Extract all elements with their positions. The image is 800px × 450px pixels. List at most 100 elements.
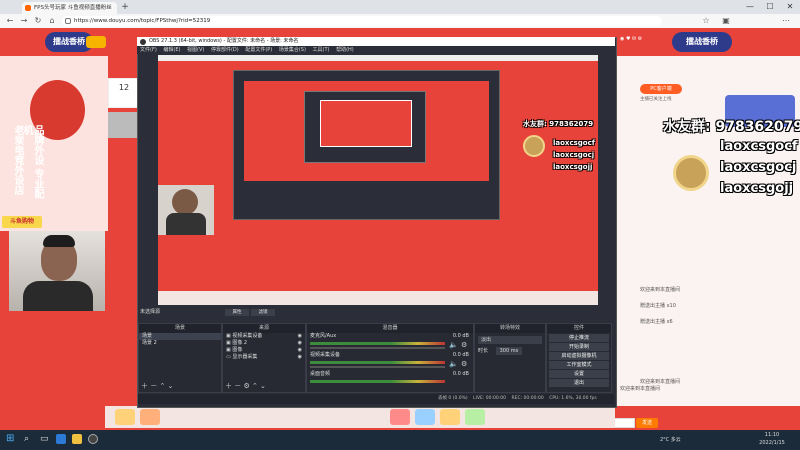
gift-icon[interactable] bbox=[415, 409, 435, 425]
chat-line: 赠送出主播 x10 bbox=[640, 303, 676, 309]
collections-icon[interactable]: ▣ bbox=[720, 15, 732, 27]
file-explorer-icon[interactable] bbox=[72, 434, 82, 444]
source-item[interactable]: ▭ 显示器采集 ◉ bbox=[223, 354, 305, 361]
overlay-id-3: laoxcsgojj bbox=[720, 181, 794, 196]
source-toolbar[interactable]: ＋ － ⚙ ⌃ ⌄ bbox=[225, 381, 266, 391]
menu-file[interactable]: 文件(F) bbox=[140, 47, 157, 53]
back-icon[interactable]: ← bbox=[4, 15, 16, 27]
send-button[interactable]: 发送 bbox=[636, 418, 658, 428]
controls-header: 控件 bbox=[547, 324, 611, 333]
chat-line: 赠送出主播 x6 bbox=[640, 319, 673, 325]
transitions-dock: 转场特效 淡出 时长 300 ms bbox=[474, 323, 546, 393]
overlay-id-1: laoxcsgocf bbox=[553, 139, 595, 147]
home-icon[interactable]: ⌂ bbox=[46, 15, 58, 27]
track-name: 视频采集设备 bbox=[310, 352, 341, 358]
menu-help[interactable]: 帮助(H) bbox=[336, 47, 354, 53]
scenes-dock: 场景 场景 场景 2 ＋ － ⌃ ⌄ bbox=[138, 323, 222, 393]
weather[interactable]: 2°C 多云 bbox=[660, 436, 710, 444]
gift-icon[interactable] bbox=[440, 409, 460, 425]
windows-start-icon[interactable]: ⊞ bbox=[6, 434, 16, 444]
stop-streaming-button[interactable]: 停止推流 bbox=[549, 334, 609, 342]
pc-client-button[interactable]: PC客户端 bbox=[640, 84, 682, 94]
mixer-track: 桌面音频 0.0 dB bbox=[307, 371, 473, 390]
cat-avatar[interactable] bbox=[108, 112, 138, 138]
scene-toolbar[interactable]: ＋ － ⌃ ⌄ bbox=[141, 381, 173, 391]
forward-icon[interactable]: → bbox=[18, 15, 30, 27]
clock-date[interactable]: 2022/1/15 bbox=[752, 440, 792, 448]
source-item[interactable]: ▣ 图像 ◉ bbox=[223, 347, 305, 354]
tab-title: FPS头号玩家 斗鱼视频直播粉丝 bbox=[34, 5, 112, 11]
gift-icon[interactable] bbox=[115, 409, 135, 425]
person-head bbox=[172, 189, 198, 215]
clock-time[interactable]: 11:10 bbox=[752, 432, 792, 440]
filters-button[interactable]: 滤镜 bbox=[251, 309, 275, 316]
menu-edit[interactable]: 编辑(E) bbox=[163, 47, 180, 53]
room-count: 12 bbox=[108, 78, 140, 108]
duration-input[interactable]: 300 ms bbox=[495, 347, 523, 355]
source-item[interactable]: ▣ 视频采集设备 ◉ bbox=[223, 333, 305, 340]
minimize-button[interactable]: — bbox=[740, 0, 760, 14]
gear-icon[interactable]: ⚙ bbox=[461, 341, 467, 349]
close-button[interactable]: ✕ bbox=[780, 0, 800, 14]
lock-icon bbox=[65, 18, 71, 24]
overlay-id-3: laoxcsgojj bbox=[553, 163, 593, 171]
new-tab-button[interactable]: + bbox=[120, 2, 130, 12]
gift-icon[interactable] bbox=[390, 409, 410, 425]
sources-header: 来源 bbox=[223, 324, 305, 333]
overlay-fan-group: 水友群: 978362079 bbox=[663, 119, 800, 135]
right-site-logo[interactable]: 擂战香桥 bbox=[672, 32, 732, 52]
source-item[interactable]: ▣ 图像 2 ◉ bbox=[223, 340, 305, 347]
exit-button[interactable]: 退出 bbox=[549, 379, 609, 387]
gear-icon[interactable]: ⚙ bbox=[461, 360, 467, 368]
speaker-icon[interactable]: 🔈 bbox=[449, 360, 458, 368]
virtual-camera-button[interactable]: 启动虚拟摄像机 bbox=[549, 352, 609, 360]
douyu-favicon-icon bbox=[25, 5, 31, 11]
controls-dock: 控件 停止推流 开始录制 启动虚拟摄像机 工作室模式 设置 退出 bbox=[546, 323, 612, 393]
scene-item[interactable]: 场景 bbox=[139, 333, 221, 340]
properties-button[interactable]: 属性 bbox=[225, 309, 249, 316]
favorites-icon[interactable]: ☆ bbox=[700, 15, 712, 27]
url-input[interactable]: https://www.douyu.com/topic/FPSthwj?rid=… bbox=[62, 16, 662, 26]
header-icons[interactable]: ◉ ♥ ✉ ⚙ bbox=[620, 36, 670, 46]
volume-slider[interactable] bbox=[310, 347, 445, 349]
more-menu-icon[interactable]: ⋯ bbox=[780, 15, 792, 27]
start-recording-button[interactable]: 开始录制 bbox=[549, 343, 609, 351]
transition-select[interactable]: 淡出 bbox=[478, 336, 542, 344]
left-slogan-1: 老炭电竞外设店 bbox=[12, 125, 23, 195]
search-icon[interactable]: ⌕ bbox=[24, 434, 34, 444]
refresh-icon[interactable]: ↻ bbox=[32, 15, 44, 27]
settings-button[interactable]: 设置 bbox=[549, 370, 609, 378]
overlay-id-2: laoxcsgocj bbox=[553, 151, 595, 159]
visibility-eye-icon[interactable]: ◉ bbox=[298, 340, 302, 347]
volume-meter bbox=[310, 380, 445, 383]
right-banner-text: 主播已关注上线 bbox=[640, 97, 672, 102]
obs-taskbar-icon[interactable] bbox=[88, 434, 98, 444]
overlay-id-1: laoxcsgocf bbox=[720, 139, 798, 154]
obs-preview[interactable]: 水友群: 978362079 laoxcsgocf laoxcsgocj lao… bbox=[158, 55, 598, 305]
visibility-eye-icon[interactable]: ◉ bbox=[298, 354, 302, 361]
audio-mixer-dock: 混音器 麦克风/Aux 0.0 dB 🔈 ⚙ 视频采集设备 0.0 dB 🔈 ⚙… bbox=[306, 323, 474, 393]
speaker-icon[interactable]: 🔈 bbox=[449, 341, 458, 349]
menu-profile[interactable]: 配置文件(P) bbox=[245, 47, 272, 53]
volume-slider[interactable] bbox=[310, 366, 445, 368]
gift-icon[interactable] bbox=[140, 409, 160, 425]
browser-tab[interactable]: FPS头号玩家 斗鱼视频直播粉丝 bbox=[22, 2, 117, 14]
menu-docks[interactable]: 停靠部件(D) bbox=[211, 47, 239, 53]
shop-badge[interactable]: 斗鱼购物 bbox=[2, 216, 42, 228]
menu-scene-collection[interactable]: 场景集合(S) bbox=[279, 47, 306, 53]
douyu-logo-icon bbox=[86, 36, 106, 48]
studio-mode-button[interactable]: 工作室模式 bbox=[549, 361, 609, 369]
task-view-icon[interactable]: ▭ bbox=[40, 434, 50, 444]
visibility-eye-icon[interactable]: ◉ bbox=[298, 333, 302, 340]
scene-item[interactable]: 场景 2 bbox=[139, 340, 221, 347]
gold-medal-icon bbox=[673, 155, 709, 191]
gift-bar bbox=[105, 406, 615, 428]
menu-tools[interactable]: 工具(T) bbox=[313, 47, 330, 53]
source-label: 图像 bbox=[232, 347, 243, 353]
transitions-header: 转场特效 bbox=[475, 324, 545, 333]
maximize-button[interactable]: ☐ bbox=[760, 0, 780, 14]
gift-icon[interactable] bbox=[465, 409, 485, 425]
edge-browser-icon[interactable] bbox=[56, 434, 66, 444]
menu-view[interactable]: 视图(V) bbox=[187, 47, 204, 53]
visibility-eye-icon[interactable]: ◉ bbox=[298, 347, 302, 354]
